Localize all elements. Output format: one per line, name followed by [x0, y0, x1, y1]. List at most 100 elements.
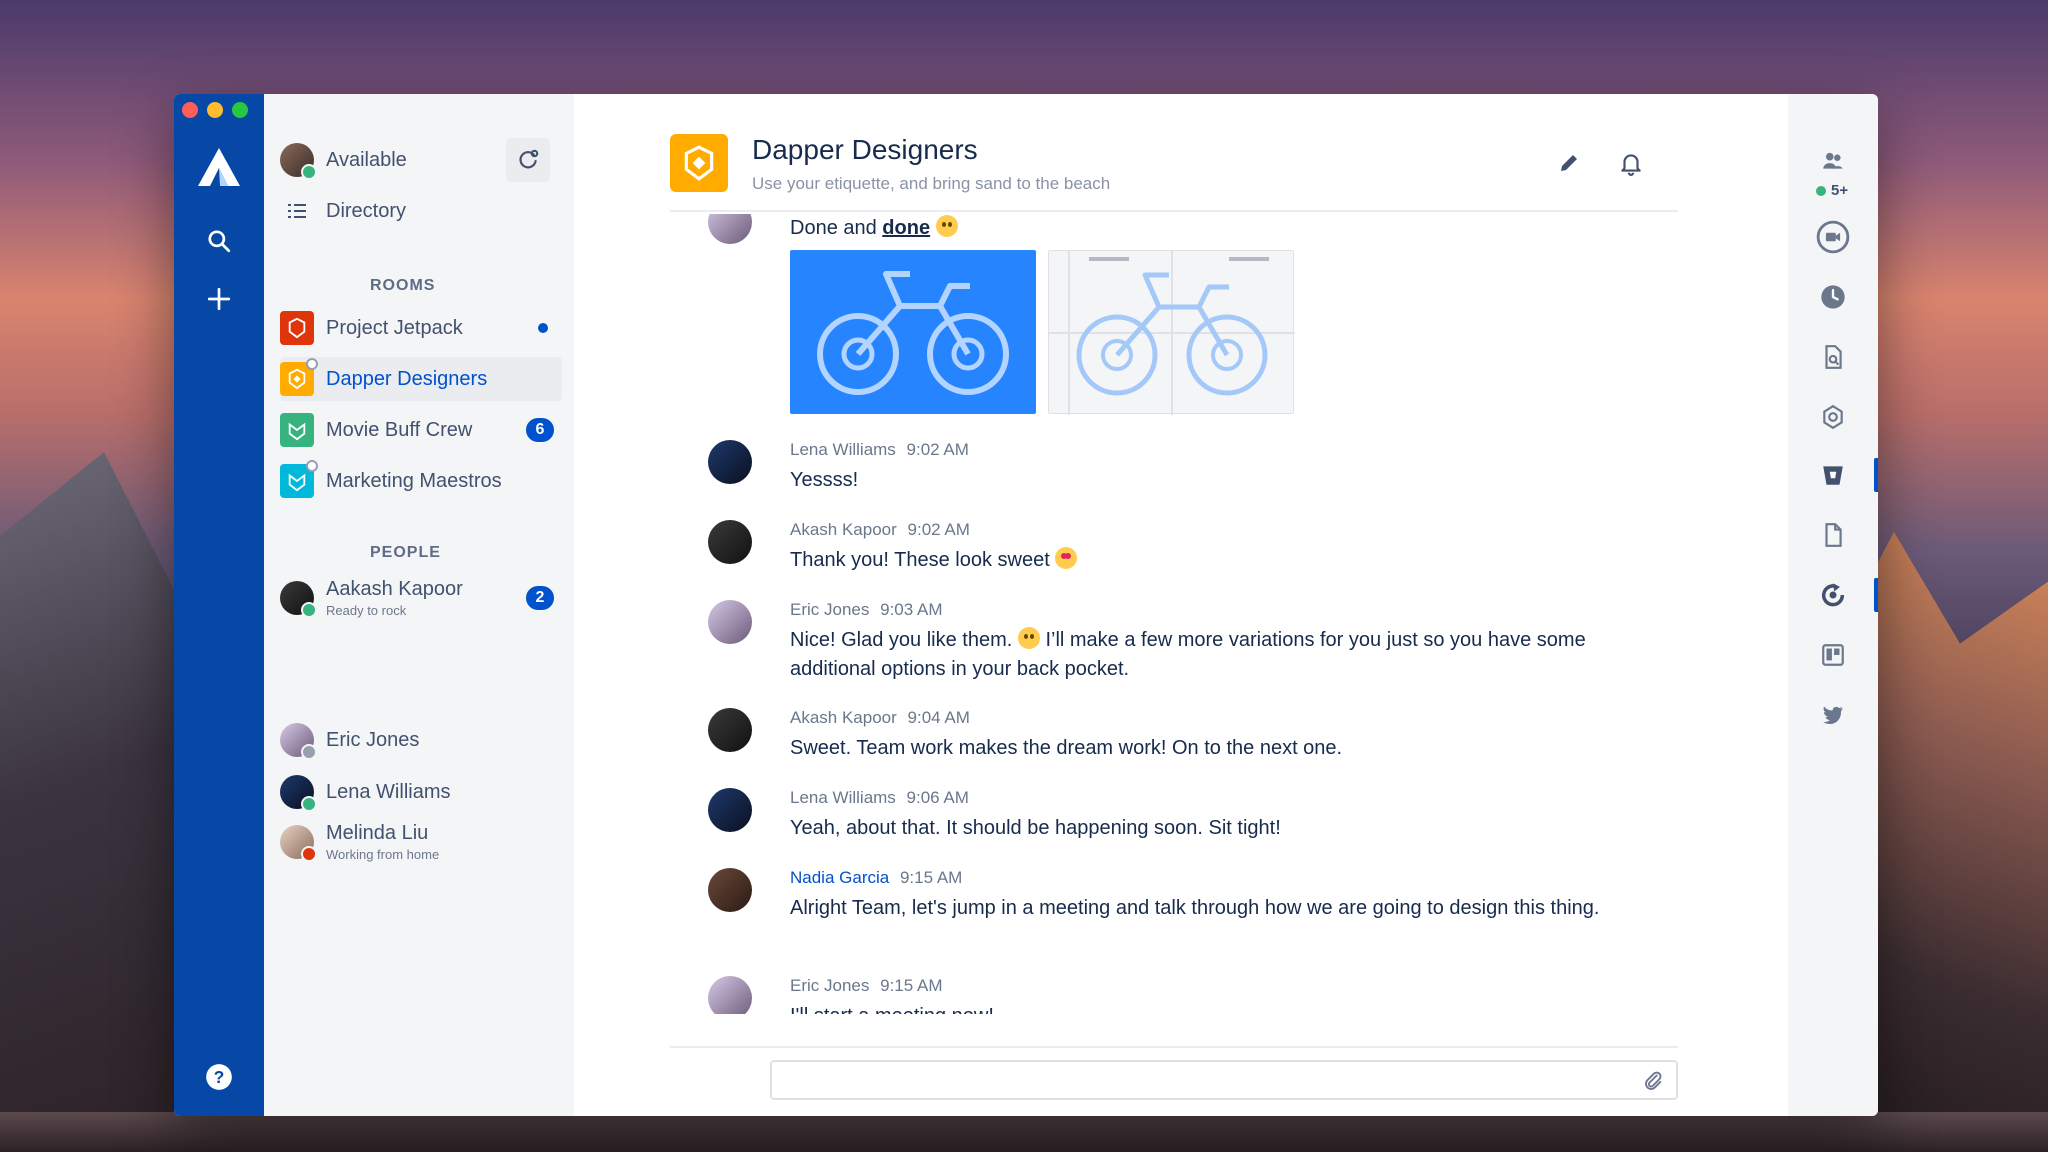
people-icon[interactable]: [1816, 144, 1850, 178]
avatar: [708, 868, 752, 912]
window-controls: [182, 102, 248, 118]
person-item-lena-williams[interactable]: Lena Williams: [280, 770, 562, 814]
close-window-button[interactable]: [182, 102, 198, 118]
composer-divider: [670, 1046, 1678, 1048]
person-status: Working from home: [326, 847, 440, 862]
private-room-icon: [306, 358, 318, 370]
sync-icon[interactable]: [506, 138, 550, 182]
trello-icon[interactable]: [1816, 638, 1850, 672]
add-icon[interactable]: [202, 282, 236, 316]
avatar: [708, 520, 752, 564]
message-author[interactable]: Lena Williams: [790, 788, 896, 807]
message-author-link[interactable]: Nadia Garcia: [790, 868, 889, 887]
status-label: Available: [326, 148, 407, 171]
directory-link[interactable]: Directory: [280, 189, 562, 233]
minimize-window-button[interactable]: [207, 102, 223, 118]
message-time: 9:02 AM: [907, 520, 970, 539]
gear-icon[interactable]: [1816, 400, 1850, 434]
image-attachment[interactable]: [1048, 250, 1295, 415]
active-indicator: [1874, 578, 1878, 612]
message-text: Nice! Glad you like them. I’ll make a fe…: [790, 627, 1586, 680]
private-room-icon: [306, 460, 318, 472]
presence-indicator: [301, 846, 317, 862]
room-label: Dapper Designers: [326, 367, 488, 390]
people-heading: PEOPLE: [370, 544, 441, 561]
message-author[interactable]: Akash Kapoor: [790, 520, 897, 539]
rooms-heading: ROOMS: [370, 277, 436, 294]
chat-main: Dapper Designers Use your etiquette, and…: [574, 94, 1788, 1116]
person-name: Melinda Liu: [326, 822, 429, 844]
message-text: I'll start a meeting now!: [790, 1002, 1630, 1014]
room-avatar: [670, 134, 728, 192]
file-search-icon[interactable]: [1816, 340, 1850, 374]
image-attachment[interactable]: [790, 250, 1036, 414]
person-name: Lena Williams: [326, 780, 451, 803]
message-author[interactable]: Eric Jones: [790, 976, 869, 995]
message-text: Done and done: [790, 214, 1630, 243]
message-author[interactable]: Eric Jones: [790, 600, 869, 619]
message-time: 9:04 AM: [907, 708, 970, 727]
presence-indicator: [301, 164, 317, 180]
person-item-eric-jones-row[interactable]: Eric Jones: [280, 718, 562, 762]
room-item-dapper-designers[interactable]: Dapper Designers: [280, 357, 562, 401]
active-indicator: [1874, 458, 1878, 492]
message-text: Yessss!: [790, 469, 859, 491]
avatar: [280, 723, 317, 760]
person-status: Ready to rock: [326, 603, 407, 618]
message-feed: Done and done Lena Williams 9:02 AM Yess…: [670, 214, 1678, 1014]
avatar: [708, 214, 752, 244]
attachment-icon[interactable]: [1640, 1068, 1666, 1094]
message-text: Yeah, about that. It should be happening…: [790, 817, 1281, 839]
blush-emoji-icon: [1017, 627, 1040, 649]
notifications-bell-icon[interactable]: [1612, 144, 1650, 182]
clock-icon[interactable]: [1816, 280, 1850, 314]
room-label: Movie Buff Crew: [326, 418, 473, 441]
room-icon: [280, 460, 318, 498]
desktop-wallpaper-bottom: [0, 1112, 2048, 1152]
list-icon: [280, 199, 314, 223]
maximize-window-button[interactable]: [232, 102, 248, 118]
message-time: 9:15 AM: [899, 868, 963, 887]
message-composer: [770, 1060, 1678, 1100]
message-text: Sweet. Team work makes the dream work! O…: [790, 737, 1343, 759]
app-window: ? Available Directory ROOMS Project Jetp…: [174, 94, 1878, 1116]
wink-emoji-icon: [935, 215, 958, 237]
message-input[interactable]: [772, 1062, 1636, 1098]
person-item-melinda-liu[interactable]: Melinda Liu Working from home: [280, 816, 562, 868]
room-item-project-jetpack[interactable]: Project Jetpack: [280, 306, 562, 350]
refresh-icon[interactable]: [1816, 578, 1850, 612]
avatar: [280, 143, 317, 180]
room-item-marketing-maestros[interactable]: Marketing Maestros: [280, 459, 562, 503]
room-topic: Use your etiquette, and bring sand to th…: [752, 174, 1111, 193]
message-author[interactable]: Akash Kapoor: [790, 708, 897, 727]
video-icon[interactable]: [1816, 220, 1850, 254]
avatar: [708, 440, 752, 484]
help-icon[interactable]: ?: [202, 1060, 236, 1094]
avatar: [280, 775, 317, 812]
room-label: Project Jetpack: [326, 316, 463, 339]
unread-indicator: [538, 323, 548, 333]
online-dot-icon: [1816, 185, 1826, 196]
document-icon[interactable]: [1816, 518, 1850, 552]
message-time: 9:15 AM: [880, 976, 943, 995]
message-time: 9:06 AM: [906, 788, 969, 807]
avatar: [708, 976, 752, 1014]
search-icon[interactable]: [202, 224, 236, 258]
presence-indicator: [301, 602, 317, 618]
room-title: Dapper Designers: [752, 134, 978, 165]
edit-room-icon[interactable]: [1550, 144, 1588, 182]
person-item-aakash-kapoor[interactable]: Aakash Kapoor Ready to rock 2: [280, 572, 562, 624]
heart-eyes-emoji-icon: [1055, 547, 1078, 569]
room-header: Dapper Designers Use your etiquette, and…: [670, 134, 1678, 212]
twitter-icon[interactable]: [1816, 698, 1850, 732]
avatar: [708, 708, 752, 752]
message-author[interactable]: Lena Williams: [790, 440, 896, 459]
presence-indicator: [301, 744, 317, 760]
message-text: Alright Team, let's jump in a meeting an…: [790, 897, 1600, 919]
avatar: [708, 788, 752, 832]
app-logo-icon[interactable]: [196, 146, 242, 188]
bitbucket-icon[interactable]: [1816, 458, 1850, 492]
room-label: Marketing Maestros: [326, 469, 502, 492]
avatar: [708, 600, 752, 644]
room-item-movie-buff-crew[interactable]: Movie Buff Crew 6: [280, 408, 562, 452]
